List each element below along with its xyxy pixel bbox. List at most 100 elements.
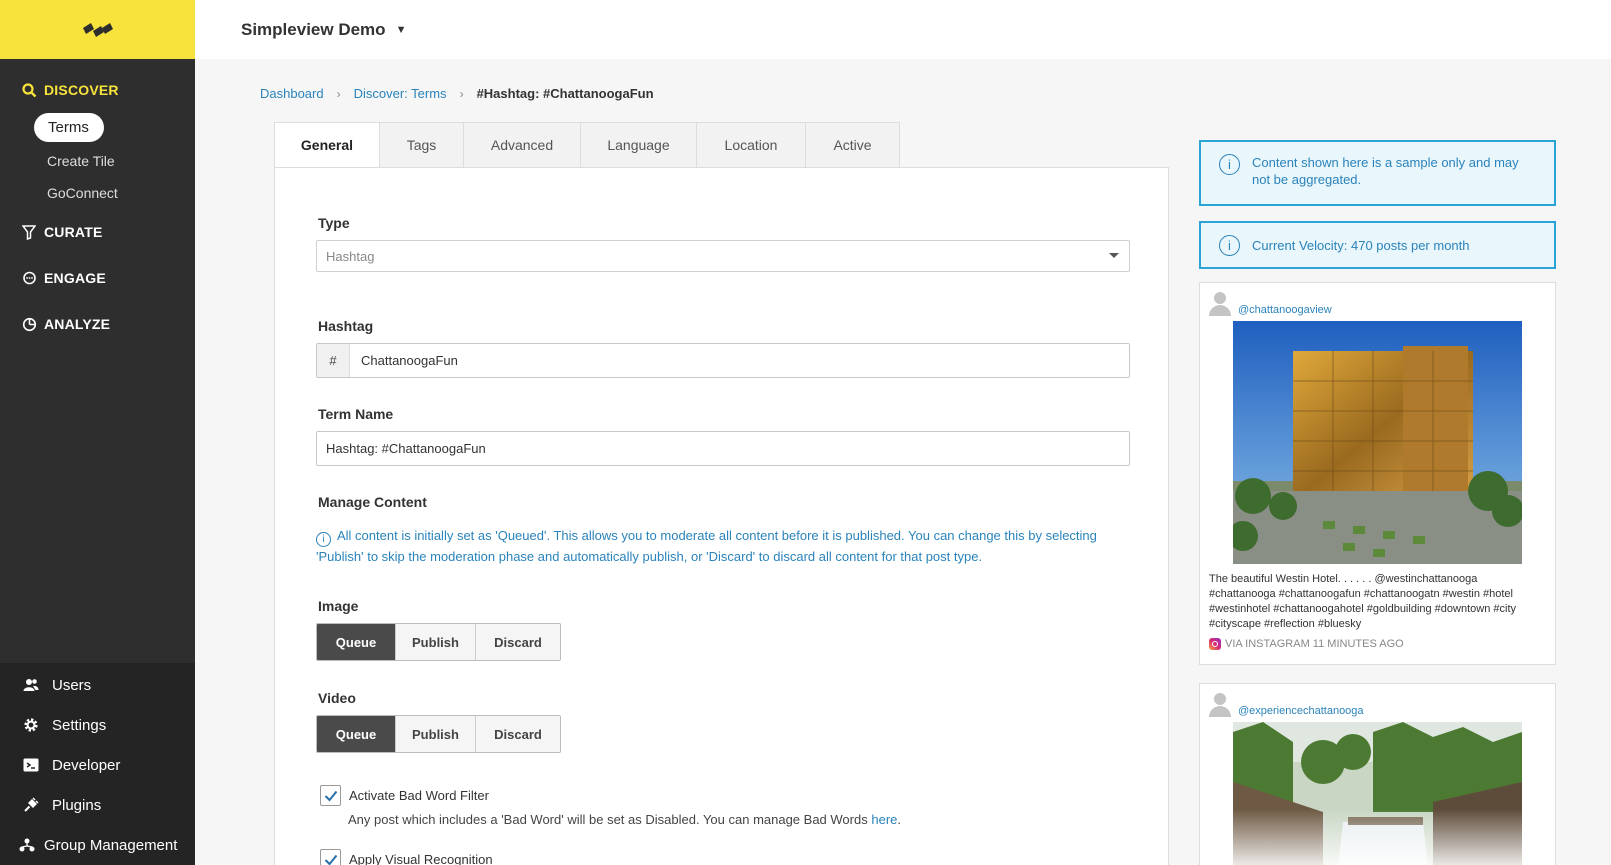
logo-icon — [82, 22, 113, 37]
nav-group-management-label: Group Management — [44, 836, 178, 854]
info-icon: i — [1219, 154, 1240, 175]
bad-word-description-text: Any post which includes a 'Bad Word' wil… — [348, 812, 868, 827]
manage-content-info-text: All content is initially set as 'Queued'… — [316, 528, 1097, 564]
nav-developer-label: Developer — [52, 756, 121, 774]
image-publish-button[interactable]: Publish — [396, 624, 476, 660]
post-image — [1233, 321, 1522, 564]
bad-word-filter-row: Activate Bad Word Filter — [320, 785, 489, 806]
video-discard-button[interactable]: Discard — [476, 716, 560, 752]
breadcrumb-discover-terms[interactable]: Discover: Terms — [354, 86, 447, 101]
post-image — [1233, 722, 1522, 865]
hashtag-label: Hashtag — [318, 318, 374, 334]
image-discard-button[interactable]: Discard — [476, 624, 560, 660]
type-label: Type — [318, 215, 350, 231]
video-label: Video — [318, 690, 356, 706]
post-handle[interactable]: @chattanoogaview — [1238, 304, 1332, 316]
chevron-down-icon — [1109, 253, 1119, 258]
image-queue-button[interactable]: Queue — [317, 624, 396, 660]
post-source-time: VIA INSTAGRAM 11 MINUTES AGO — [1225, 638, 1404, 650]
subnav-create-tile[interactable]: Create Tile — [34, 145, 195, 177]
bad-word-description-end: . — [897, 812, 902, 827]
chat-icon — [20, 269, 38, 287]
post-header: @experiencechattanooga — [1200, 684, 1555, 720]
bad-word-filter-label: Activate Bad Word Filter — [349, 788, 489, 803]
video-publish-button[interactable]: Publish — [396, 716, 476, 752]
manage-content-label: Manage Content — [318, 494, 427, 510]
nav-settings[interactable]: Settings — [0, 705, 195, 745]
chevron-right-icon: › — [459, 86, 464, 101]
tab-bar: General Tags Advanced Language Location … — [274, 122, 900, 168]
chevron-right-icon: › — [336, 86, 341, 101]
info-icon: i — [1219, 234, 1240, 256]
nav-analyze[interactable]: ANALYZE — [0, 301, 195, 347]
nav-plugins[interactable]: Plugins — [0, 785, 195, 825]
type-select-value: Hashtag — [326, 248, 375, 264]
subnav-goconnect[interactable]: GoConnect — [34, 177, 195, 209]
nav-group-management[interactable]: Group Management — [0, 825, 195, 865]
hashtag-prefix: # — [317, 344, 350, 377]
nav-curate[interactable]: CURATE — [0, 209, 195, 255]
tab-general[interactable]: General — [274, 122, 379, 168]
term-name-input[interactable]: Hashtag: #ChattanoogaFun — [316, 431, 1130, 466]
visual-recognition-checkbox[interactable] — [320, 849, 341, 865]
post-text: The beautiful Westin Hotel. . . . . . @w… — [1209, 573, 1517, 630]
subnav-terms[interactable]: Terms — [34, 113, 104, 142]
developer-icon — [22, 756, 40, 774]
nav-engage-label: ENGAGE — [44, 270, 106, 286]
hashtag-input[interactable]: ChattanoogaFun — [350, 344, 458, 377]
bad-word-filter-checkbox[interactable] — [320, 785, 341, 806]
tab-location[interactable]: Location — [696, 122, 805, 168]
pie-chart-icon — [20, 315, 38, 333]
search-icon — [20, 81, 38, 99]
users-icon — [22, 676, 40, 694]
image-moderation-group: Queue Publish Discard — [316, 623, 561, 661]
gear-icon — [22, 716, 40, 734]
nav-developer[interactable]: Developer — [0, 745, 195, 785]
post-card[interactable]: @chattanoogaview The beautiful Westin Ho… — [1199, 282, 1556, 665]
video-moderation-group: Queue Publish Discard — [316, 715, 561, 753]
tab-language[interactable]: Language — [580, 122, 696, 168]
image-label: Image — [318, 598, 359, 614]
org-switcher[interactable]: Simpleview Demo — [241, 20, 386, 40]
checkmark-icon — [324, 854, 337, 865]
sample-notice-text: Content shown here is a sample only and … — [1252, 155, 1519, 187]
nav-users-label: Users — [52, 676, 92, 694]
nav-engage[interactable]: ENGAGE — [0, 255, 195, 301]
breadcrumb: Dashboard › Discover: Terms › #Hashtag: … — [260, 86, 654, 101]
instagram-icon — [1209, 638, 1221, 650]
avatar — [1208, 693, 1232, 719]
bottom-nav: Users Settings Developer Plugins Group M… — [0, 663, 195, 865]
tab-tags[interactable]: Tags — [379, 122, 463, 168]
discover-subnav: Terms Create Tile GoConnect — [0, 113, 195, 209]
nav-curate-label: CURATE — [44, 224, 103, 240]
video-queue-button[interactable]: Queue — [317, 716, 396, 752]
nav-discover-label: DISCOVER — [44, 82, 119, 98]
tab-active[interactable]: Active — [805, 122, 900, 168]
post-card[interactable]: @experiencechattanooga — [1199, 683, 1556, 865]
general-form-panel: Type Hashtag Hashtag # ChattanoogaFun Te… — [274, 167, 1169, 865]
visual-recognition-label: Apply Visual Recognition — [349, 852, 493, 865]
breadcrumb-dashboard[interactable]: Dashboard — [260, 86, 324, 101]
post-handle[interactable]: @experiencechattanooga — [1238, 705, 1364, 717]
bad-words-link[interactable]: here — [871, 812, 897, 827]
top-bar: Simpleview Demo ▼ — [195, 0, 1611, 59]
breadcrumb-current: #Hashtag: #ChattanoogaFun — [476, 86, 654, 101]
velocity-notice: i Current Velocity: 470 posts per month — [1199, 221, 1556, 269]
hashtag-input-group: # ChattanoogaFun — [316, 343, 1130, 378]
logo[interactable] — [0, 0, 195, 59]
info-icon: i — [316, 532, 331, 547]
visual-recognition-row: Apply Visual Recognition — [320, 849, 493, 865]
bad-word-description: Any post which includes a 'Bad Word' wil… — [348, 812, 901, 827]
post-meta: VIA INSTAGRAM 11 MINUTES AGO — [1200, 632, 1555, 658]
filter-icon — [20, 223, 38, 241]
sidebar: DISCOVER Terms Create Tile GoConnect CUR… — [0, 0, 195, 865]
nav-plugins-label: Plugins — [52, 796, 102, 814]
caret-down-icon[interactable]: ▼ — [396, 24, 407, 36]
term-name-label: Term Name — [318, 406, 394, 422]
group-icon — [18, 836, 36, 854]
tab-advanced[interactable]: Advanced — [463, 122, 580, 168]
post-header: @chattanoogaview — [1200, 283, 1555, 319]
type-select[interactable]: Hashtag — [316, 240, 1130, 272]
nav-users[interactable]: Users — [0, 665, 195, 705]
nav-discover[interactable]: DISCOVER — [0, 59, 195, 121]
